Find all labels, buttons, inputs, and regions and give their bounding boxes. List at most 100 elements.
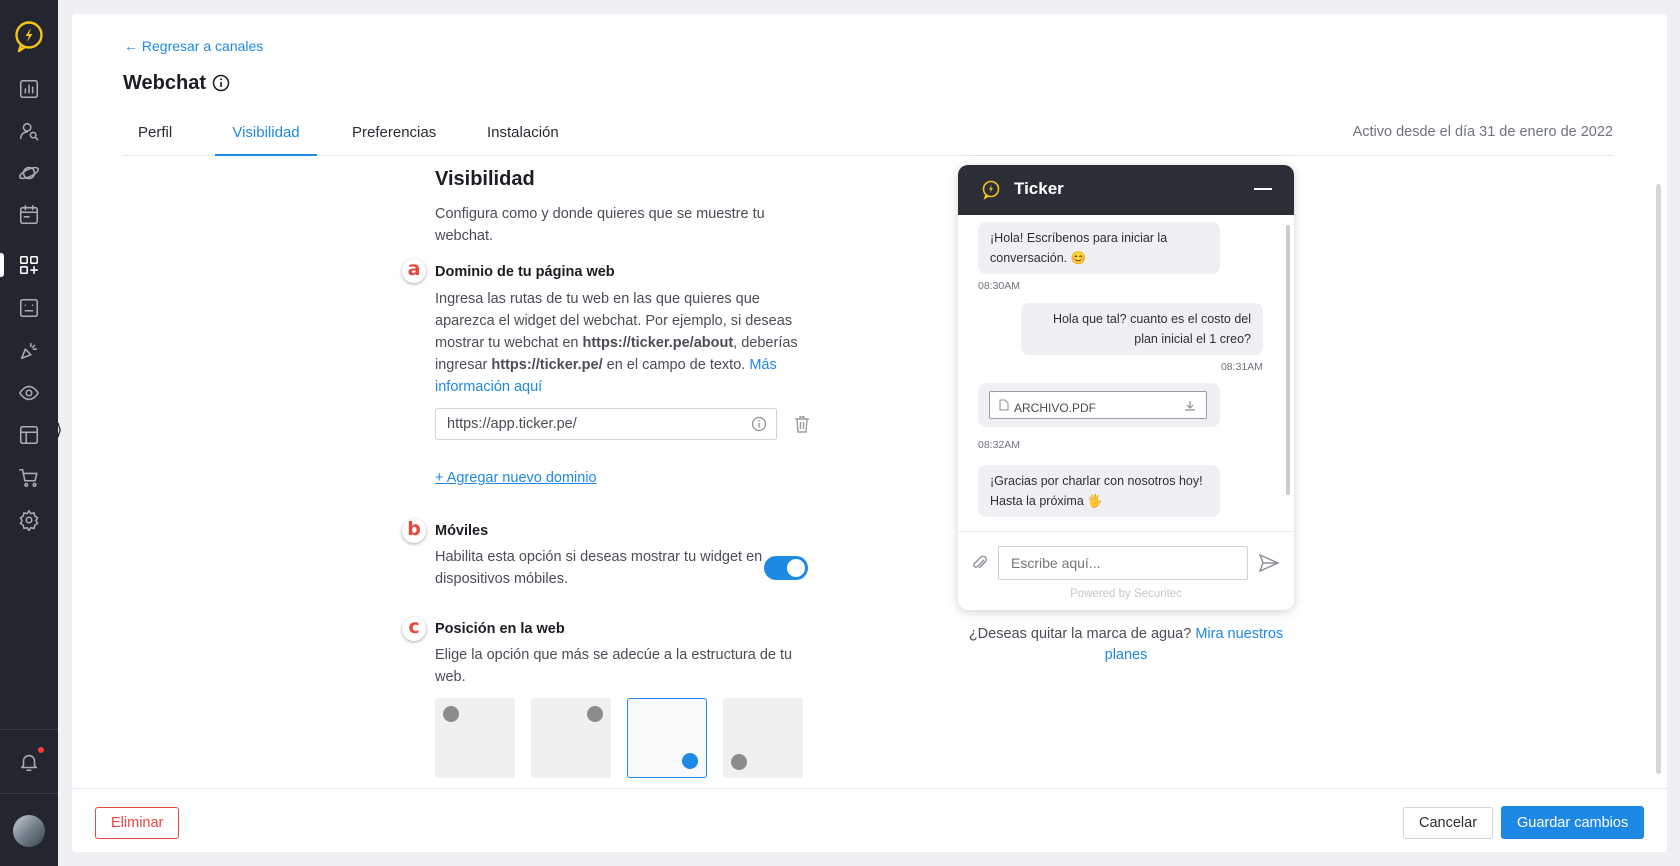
tabs: Perfil Visibilidad Preferencias Instalac… bbox=[123, 116, 1613, 156]
sidebar-item-monitor[interactable] bbox=[16, 380, 42, 406]
layout-icon bbox=[19, 425, 39, 445]
sidebar-item-contacts[interactable] bbox=[16, 118, 42, 144]
delete-button[interactable]: Eliminar bbox=[95, 807, 180, 839]
back-link[interactable]: ← Regresar a canales bbox=[124, 38, 263, 54]
sidebar-item-channels[interactable] bbox=[16, 252, 42, 278]
eye-icon bbox=[19, 385, 39, 401]
position-option-bottom-right[interactable] bbox=[627, 698, 707, 778]
position-dot bbox=[587, 706, 603, 722]
gear-icon bbox=[19, 510, 39, 531]
paperclip-icon[interactable] bbox=[970, 553, 990, 573]
sidebar-item-explore[interactable] bbox=[16, 160, 42, 186]
step-marker-a: a bbox=[402, 259, 426, 283]
ticker-logo-icon bbox=[982, 180, 1000, 200]
domain-description: Ingresa las rutas de tu web en las que q… bbox=[435, 288, 805, 398]
active-since-text: Activo desde el día 31 de enero de 2022 bbox=[1352, 124, 1613, 140]
sidebar-item-campaigns[interactable] bbox=[16, 338, 42, 364]
widget-header: Ticker bbox=[958, 165, 1294, 215]
position-dot bbox=[443, 706, 459, 722]
tab-perfil[interactable]: Perfil bbox=[138, 116, 172, 156]
arrow-left-icon: ← bbox=[124, 38, 142, 54]
trash-icon[interactable] bbox=[792, 414, 812, 434]
chat-messages: ¡Hola! Escríbenos para iniciar la conver… bbox=[958, 215, 1294, 531]
powered-by: Powered by Securitec bbox=[1070, 588, 1182, 600]
expand-sidebar-chevron-icon[interactable]: ⟩ bbox=[56, 420, 70, 444]
mobile-description: Habilita esta opción si deseas mostrar t… bbox=[435, 549, 763, 587]
example-url: https://ticker.pe/about bbox=[582, 335, 734, 351]
cancel-button[interactable]: Cancelar bbox=[1403, 807, 1494, 839]
mobile-toggle[interactable] bbox=[764, 556, 808, 580]
document-icon bbox=[999, 399, 1009, 411]
cart-icon bbox=[19, 468, 38, 488]
widget-title: Ticker bbox=[1014, 179, 1064, 198]
position-option-top-right[interactable] bbox=[531, 698, 611, 778]
tab-visibilidad[interactable]: Visibilidad bbox=[215, 116, 317, 156]
megaphone-icon bbox=[20, 342, 38, 360]
position-option-bottom-left[interactable] bbox=[723, 698, 803, 778]
page-title: Webchat bbox=[123, 72, 206, 94]
back-link-label: Regresar a canales bbox=[141, 38, 264, 54]
step-marker-b: b bbox=[402, 519, 426, 543]
calendar-icon bbox=[19, 205, 39, 225]
avatar[interactable] bbox=[13, 815, 45, 847]
message-time: 08:30AM bbox=[978, 280, 1021, 292]
sidebar-item-dashboard[interactable] bbox=[16, 76, 42, 102]
toggle-knob bbox=[787, 559, 805, 577]
tab-instalacion[interactable]: Instalación bbox=[487, 116, 559, 156]
watermark-question: ¿Deseas quitar la marca de agua? bbox=[968, 626, 1192, 642]
save-button[interactable]: Guardar cambios bbox=[1501, 806, 1645, 839]
position-dot bbox=[682, 753, 698, 769]
section-description: Configura como y donde quieres que se mu… bbox=[435, 206, 765, 244]
apps-grid-icon bbox=[19, 255, 39, 275]
mobile-title: Móviles bbox=[435, 523, 489, 539]
info-icon[interactable] bbox=[212, 74, 230, 92]
planet-icon bbox=[18, 166, 40, 180]
example-domain: https://ticker.pe/ bbox=[491, 357, 603, 373]
webchat-preview: Ticker ¡Hola! Escríbenos para iniciar la… bbox=[958, 165, 1294, 610]
sidebar-item-settings[interactable] bbox=[16, 507, 42, 533]
footer-actions: Eliminar Cancelar Guardar cambios bbox=[72, 788, 1667, 852]
chat-scrollbar[interactable] bbox=[1286, 225, 1290, 495]
dashboard-chart-icon bbox=[19, 79, 39, 99]
sidebar-item-panel[interactable] bbox=[16, 295, 42, 321]
chat-input[interactable] bbox=[998, 546, 1248, 580]
sidebar-item-templates[interactable] bbox=[16, 422, 42, 448]
domain-desc-text: en el campo de texto. bbox=[602, 357, 750, 373]
info-icon[interactable] bbox=[751, 416, 767, 432]
dashboard-panel-icon bbox=[19, 298, 39, 318]
sidebar-divider bbox=[0, 793, 58, 794]
position-dot bbox=[731, 754, 747, 770]
download-icon[interactable] bbox=[1184, 400, 1196, 412]
file-name: ARCHIVO.PDF bbox=[1014, 401, 1097, 415]
ticker-logo-icon[interactable] bbox=[12, 20, 46, 54]
page-scrollbar[interactable] bbox=[1656, 184, 1661, 774]
section-title: Visibilidad bbox=[435, 168, 535, 190]
sidebar-item-store[interactable] bbox=[16, 465, 42, 491]
watermark-note: ¿Deseas quitar la marca de agua? Mira nu… bbox=[958, 624, 1294, 666]
position-option-top-left[interactable] bbox=[435, 698, 515, 778]
minimize-icon[interactable] bbox=[1254, 188, 1272, 190]
contacts-search-icon bbox=[19, 122, 39, 141]
bell-icon bbox=[20, 754, 38, 772]
chat-message-bot: ¡Gracias por charlar con nosotros hoy! H… bbox=[978, 465, 1220, 517]
notification-badge bbox=[37, 746, 45, 754]
file-attachment[interactable]: ARCHIVO.PDF bbox=[989, 391, 1207, 419]
chat-message-user: Hola que tal? cuanto es el costo del pla… bbox=[1021, 303, 1263, 355]
sidebar-item-calendar[interactable] bbox=[16, 202, 42, 228]
tab-preferencias[interactable]: Preferencias bbox=[352, 116, 436, 156]
domain-title: Dominio de tu página web bbox=[435, 264, 615, 280]
position-title: Posición en la web bbox=[435, 621, 565, 637]
position-description: Elige la opción que más se adecúe a la e… bbox=[435, 647, 793, 685]
domain-input[interactable] bbox=[435, 408, 777, 440]
chat-composer: Powered by Securitec bbox=[958, 531, 1294, 610]
chat-message-file: ARCHIVO.PDF bbox=[978, 383, 1220, 427]
sidebar-divider bbox=[0, 729, 58, 730]
sidebar bbox=[0, 0, 58, 866]
message-time: 08:31AM bbox=[1220, 361, 1263, 373]
sidebar-active-indicator bbox=[0, 253, 4, 277]
send-icon[interactable] bbox=[1258, 552, 1280, 574]
message-time: 08:32AM bbox=[978, 439, 1021, 451]
step-marker-c: c bbox=[402, 617, 426, 641]
add-domain-link[interactable]: + Agregar nuevo dominio bbox=[435, 470, 597, 486]
main-card: ← Regresar a canales Webchat Perfil Visi… bbox=[72, 14, 1667, 852]
